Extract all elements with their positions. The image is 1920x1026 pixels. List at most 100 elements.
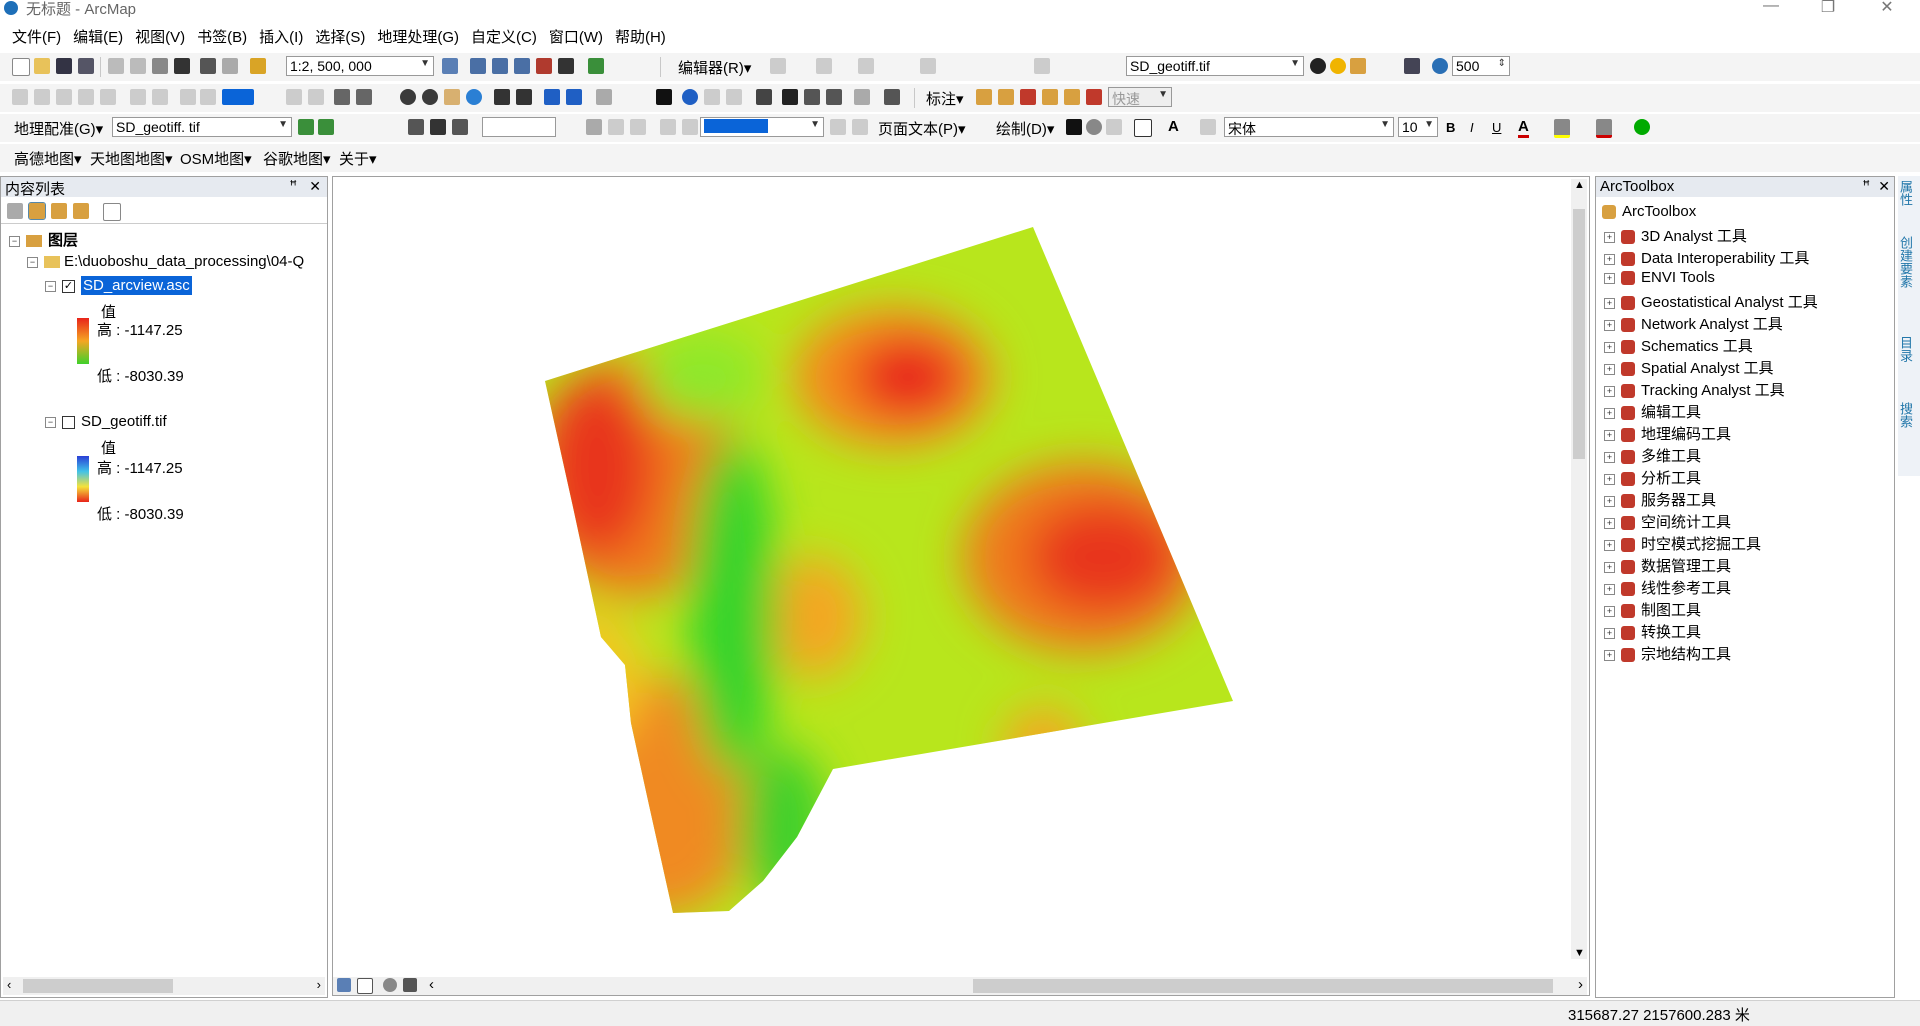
cut-icon[interactable] bbox=[108, 58, 124, 74]
brightness-icon[interactable] bbox=[1330, 58, 1346, 74]
layout-text-menu[interactable]: 页面文本(P)▾ bbox=[878, 118, 966, 139]
toolbox-item[interactable]: + 地理编码工具 bbox=[1604, 423, 1731, 444]
menu-help[interactable]: 帮助(H) bbox=[611, 24, 674, 50]
measure-icon[interactable] bbox=[756, 89, 772, 105]
menu-windows[interactable]: 窗口(W) bbox=[545, 24, 611, 50]
toolbox-item[interactable]: + 转换工具 bbox=[1604, 621, 1701, 642]
toolbox-item[interactable]: + 多维工具 bbox=[1604, 445, 1701, 466]
edit-vertices-icon[interactable] bbox=[1200, 119, 1216, 135]
scroll-left-icon[interactable]: ‹ bbox=[429, 976, 434, 993]
new-document-icon[interactable] bbox=[12, 58, 30, 76]
map-view[interactable]: ▲ ▼ ‹ › bbox=[332, 176, 1590, 996]
scrollbar-thumb[interactable] bbox=[23, 979, 173, 993]
tianditu-map-menu[interactable]: 天地图地图▾ bbox=[90, 148, 173, 169]
georeference-layer-combo[interactable]: SD_geotiff. tif ▼ bbox=[112, 117, 292, 137]
view-link-table-icon[interactable] bbox=[408, 119, 424, 135]
layout-tool-icon[interactable] bbox=[356, 89, 372, 105]
catalog-icon[interactable] bbox=[492, 58, 508, 74]
effects-value-spinner[interactable]: 500 ⇕ bbox=[1452, 56, 1510, 76]
editor-menu[interactable]: 编辑器(R)▾ bbox=[678, 57, 751, 78]
marker-color-icon[interactable] bbox=[1634, 119, 1650, 135]
toolbox-item[interactable]: + 制图工具 bbox=[1604, 599, 1701, 620]
scrollbar-thumb[interactable] bbox=[973, 979, 1553, 993]
expand-icon[interactable]: + bbox=[1604, 451, 1615, 463]
scroll-left-icon[interactable]: ‹ bbox=[7, 977, 11, 992]
collapse-icon[interactable]: − bbox=[9, 235, 20, 247]
bold-button[interactable]: B bbox=[1446, 120, 1455, 135]
drawing-menu[interactable]: 绘制(D)▾ bbox=[996, 118, 1054, 139]
collapse-icon[interactable]: − bbox=[27, 256, 38, 268]
expand-icon[interactable]: + bbox=[1604, 583, 1615, 595]
arctoolbox-icon[interactable] bbox=[536, 58, 552, 74]
paste-icon[interactable] bbox=[152, 58, 168, 74]
add-data-icon[interactable] bbox=[250, 58, 266, 74]
refresh-view-icon[interactable] bbox=[383, 978, 397, 992]
pin-icon[interactable]: ꟸ bbox=[1863, 178, 1871, 194]
toolbox-item[interactable]: + 线性参考工具 bbox=[1604, 577, 1731, 598]
layout-tool-icon[interactable] bbox=[334, 89, 350, 105]
rectangle-icon[interactable] bbox=[1134, 119, 1152, 137]
python-window-icon[interactable] bbox=[558, 58, 574, 74]
scroll-right-icon[interactable]: › bbox=[1578, 976, 1583, 993]
table-of-contents-icon[interactable] bbox=[470, 58, 486, 74]
toolbox-item[interactable]: +3D Analyst 工具 bbox=[1604, 225, 1747, 246]
layout-view-icon[interactable] bbox=[357, 978, 373, 994]
open-folder-icon[interactable] bbox=[34, 58, 50, 74]
zoom-in-icon[interactable] bbox=[400, 89, 416, 105]
back-extent-icon[interactable] bbox=[544, 89, 560, 105]
menu-edit[interactable]: 编辑(E) bbox=[69, 24, 131, 50]
menu-insert[interactable]: 插入(I) bbox=[255, 24, 311, 50]
time-slider-icon[interactable] bbox=[854, 89, 870, 105]
select-elements-icon[interactable] bbox=[1066, 119, 1082, 135]
view-unplaced-labels-icon[interactable] bbox=[1086, 89, 1102, 105]
page-combo[interactable]: ▼ bbox=[700, 117, 824, 137]
undo-icon[interactable] bbox=[200, 58, 216, 74]
sketch-tool-icon[interactable] bbox=[858, 58, 874, 74]
label-priority-icon[interactable] bbox=[998, 89, 1014, 105]
expand-icon[interactable]: + bbox=[1604, 627, 1615, 639]
layer-visibility-checkbox[interactable]: ✓ bbox=[62, 279, 75, 293]
toolbox-item[interactable]: + Geostatistical Analyst 工具 bbox=[1604, 291, 1818, 312]
split-tool-icon[interactable] bbox=[920, 58, 936, 74]
search-window-icon[interactable] bbox=[514, 58, 530, 74]
toc-layers-root[interactable]: − 图层 bbox=[9, 229, 78, 250]
effects-layer-combo[interactable]: SD_geotiff.tif ▼ bbox=[1126, 56, 1304, 76]
select-elements-icon[interactable] bbox=[656, 89, 672, 105]
menu-customize[interactable]: 自定义(C) bbox=[467, 24, 545, 50]
identify-icon[interactable] bbox=[682, 89, 698, 105]
toolbox-item[interactable]: + 宗地结构工具 bbox=[1604, 643, 1731, 664]
text-tool-icon[interactable]: A bbox=[1168, 118, 1179, 135]
pause-drawing-icon[interactable] bbox=[403, 978, 417, 992]
update-display-icon[interactable] bbox=[452, 119, 468, 135]
toc-folder[interactable]: − E:\duoboshu_data_processing\04-Q bbox=[27, 253, 304, 270]
minimize-button[interactable]: — bbox=[1756, 0, 1786, 15]
toolbox-item[interactable]: + Spatial Analyst 工具 bbox=[1604, 357, 1774, 378]
expand-icon[interactable]: + bbox=[1604, 539, 1615, 551]
delete-icon[interactable] bbox=[174, 58, 190, 74]
scroll-right-icon[interactable]: › bbox=[317, 977, 321, 992]
quick-style-combo[interactable]: 快速 ▼ bbox=[1108, 87, 1172, 107]
toolbox-item[interactable]: + Tracking Analyst 工具 bbox=[1604, 379, 1785, 400]
pause-labeling-icon[interactable] bbox=[1064, 89, 1080, 105]
save-icon[interactable] bbox=[56, 58, 72, 74]
expand-icon[interactable]: + bbox=[1604, 407, 1615, 419]
expand-icon[interactable]: + bbox=[1604, 385, 1615, 397]
toolbox-item[interactable]: + 时空模式挖掘工具 bbox=[1604, 533, 1761, 554]
toolbox-root[interactable]: ArcToolbox bbox=[1602, 203, 1696, 220]
font-size-combo[interactable]: 10 ▼ bbox=[1398, 117, 1438, 137]
refresh-icon[interactable] bbox=[1404, 58, 1420, 74]
expand-icon[interactable]: + bbox=[1604, 231, 1615, 243]
toolbox-item[interactable]: + Network Analyst 工具 bbox=[1604, 313, 1783, 334]
toolbox-item[interactable]: + 空间统计工具 bbox=[1604, 511, 1731, 532]
map-scale-combo[interactable]: 1:2, 500, 000 ▼ bbox=[286, 56, 434, 76]
map-vertical-scrollbar[interactable]: ▲ ▼ bbox=[1571, 179, 1587, 959]
maximize-button[interactable]: ❐ bbox=[1813, 0, 1843, 17]
expand-icon[interactable]: + bbox=[1604, 517, 1615, 529]
collapse-icon[interactable]: − bbox=[45, 280, 56, 292]
zoom-out-icon[interactable] bbox=[422, 89, 438, 105]
toolbox-item[interactable]: + 服务器工具 bbox=[1604, 489, 1716, 510]
zoom-to-selected-icon[interactable] bbox=[1106, 119, 1122, 135]
menu-geoprocessing[interactable]: 地理处理(G) bbox=[373, 24, 467, 50]
color-swatch[interactable] bbox=[222, 89, 254, 105]
expand-icon[interactable]: + bbox=[1604, 473, 1615, 485]
